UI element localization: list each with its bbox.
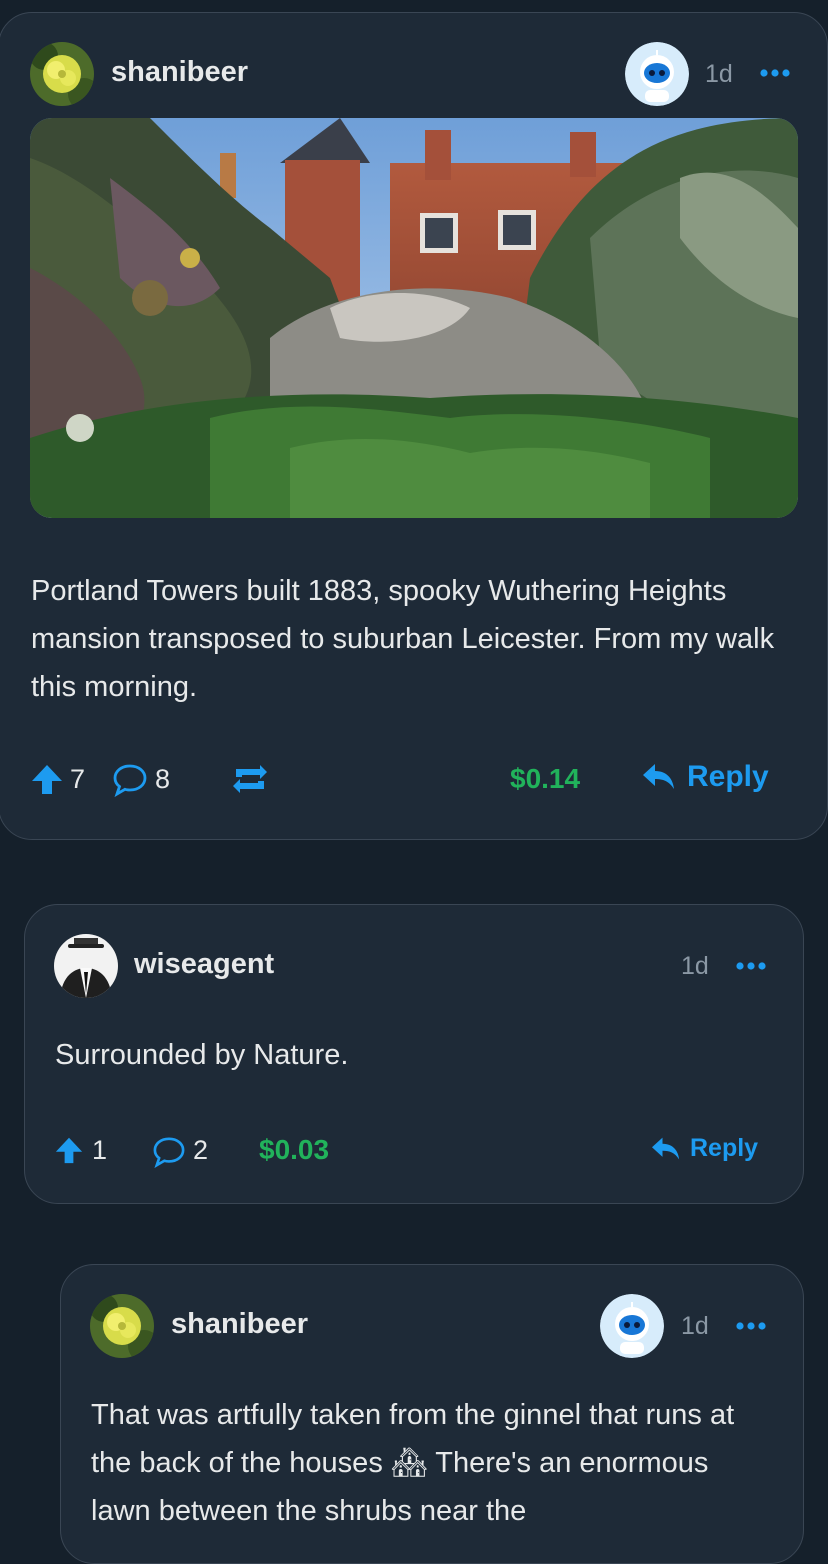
robot-badge-icon <box>625 42 689 106</box>
more-dots-icon[interactable] <box>760 66 790 84</box>
post-payout[interactable]: $0.14 <box>510 763 580 795</box>
upvote-arrow-icon[interactable] <box>54 1136 84 1169</box>
flower-avatar-image <box>30 42 94 106</box>
reply-arrow-icon <box>643 764 674 789</box>
post-reply-label: Reply <box>687 760 769 793</box>
post-time: 1d <box>705 60 733 88</box>
author-username[interactable]: shanibeer <box>111 56 248 89</box>
comment1-username[interactable]: wiseagent <box>134 948 274 981</box>
more-dots-icon[interactable] <box>736 959 766 977</box>
comment2-body: That was artfully taken from the ginnel … <box>91 1391 771 1535</box>
comment1-upvote-count: 1 <box>92 1135 108 1165</box>
comment2-time: 1d <box>681 1312 709 1340</box>
robot-badge-icon <box>600 1294 664 1358</box>
comment-bubble-icon[interactable] <box>112 763 148 802</box>
comment1-comment-count: 2 <box>193 1135 209 1165</box>
post-photo[interactable] <box>30 118 798 518</box>
more-dots-icon[interactable] <box>736 1319 766 1337</box>
comment1-time: 1d <box>681 952 709 980</box>
houses-emoji: 🏘 <box>390 1447 428 1479</box>
comment2-avatar[interactable] <box>90 1294 154 1358</box>
post-upvote-count: 7 <box>70 764 86 794</box>
post-reply-button[interactable]: Reply <box>641 760 769 794</box>
comment1-reply-label: Reply <box>690 1134 759 1162</box>
suited-figure-avatar-image <box>54 934 118 998</box>
reply-arrow-icon <box>652 1137 680 1159</box>
flower-avatar-image <box>90 1294 154 1358</box>
repost-icon[interactable] <box>230 763 270 800</box>
comment2-username[interactable]: shanibeer <box>171 1308 308 1341</box>
comment1-reply-button[interactable]: Reply <box>650 1134 758 1163</box>
comment1-payout[interactable]: $0.03 <box>259 1134 329 1166</box>
author-avatar[interactable] <box>30 42 94 106</box>
post-body: Portland Towers built 1883, spooky Wuthe… <box>31 575 775 703</box>
post-comment-count: 8 <box>155 764 171 794</box>
comment1-body: Surrounded by Nature. <box>55 1039 349 1071</box>
comment1-avatar[interactable] <box>54 934 118 998</box>
comment-bubble-icon[interactable] <box>152 1136 186 1173</box>
upvote-arrow-icon[interactable] <box>30 763 64 800</box>
